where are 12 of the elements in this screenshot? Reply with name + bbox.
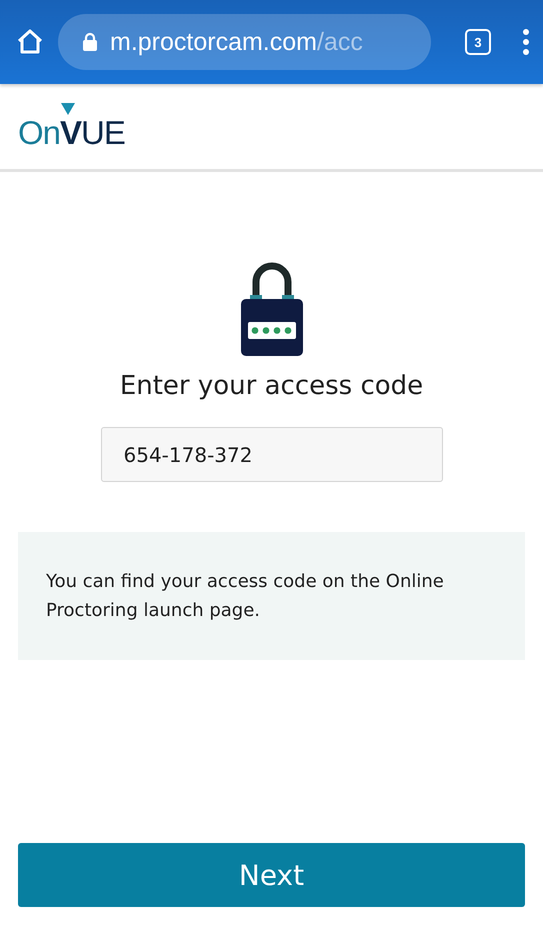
page-heading: Enter your access code (120, 371, 424, 401)
access-code-field[interactable]: 654-178-372 (100, 427, 442, 482)
info-message: You can find your access code on the Online Proctoring launch page. (18, 532, 525, 660)
menu-icon[interactable] (521, 28, 531, 56)
padlock-icon (240, 262, 304, 357)
onvue-logo: OnVUE (18, 102, 127, 149)
next-button[interactable]: Next (18, 843, 525, 907)
tab-count[interactable]: 3 (465, 29, 491, 55)
address-bar[interactable]: m.proctorcam.com/acc (58, 14, 431, 70)
url-text: m.proctorcam.com/acc (110, 28, 363, 56)
home-icon[interactable] (16, 28, 44, 56)
lock-icon (82, 32, 98, 52)
